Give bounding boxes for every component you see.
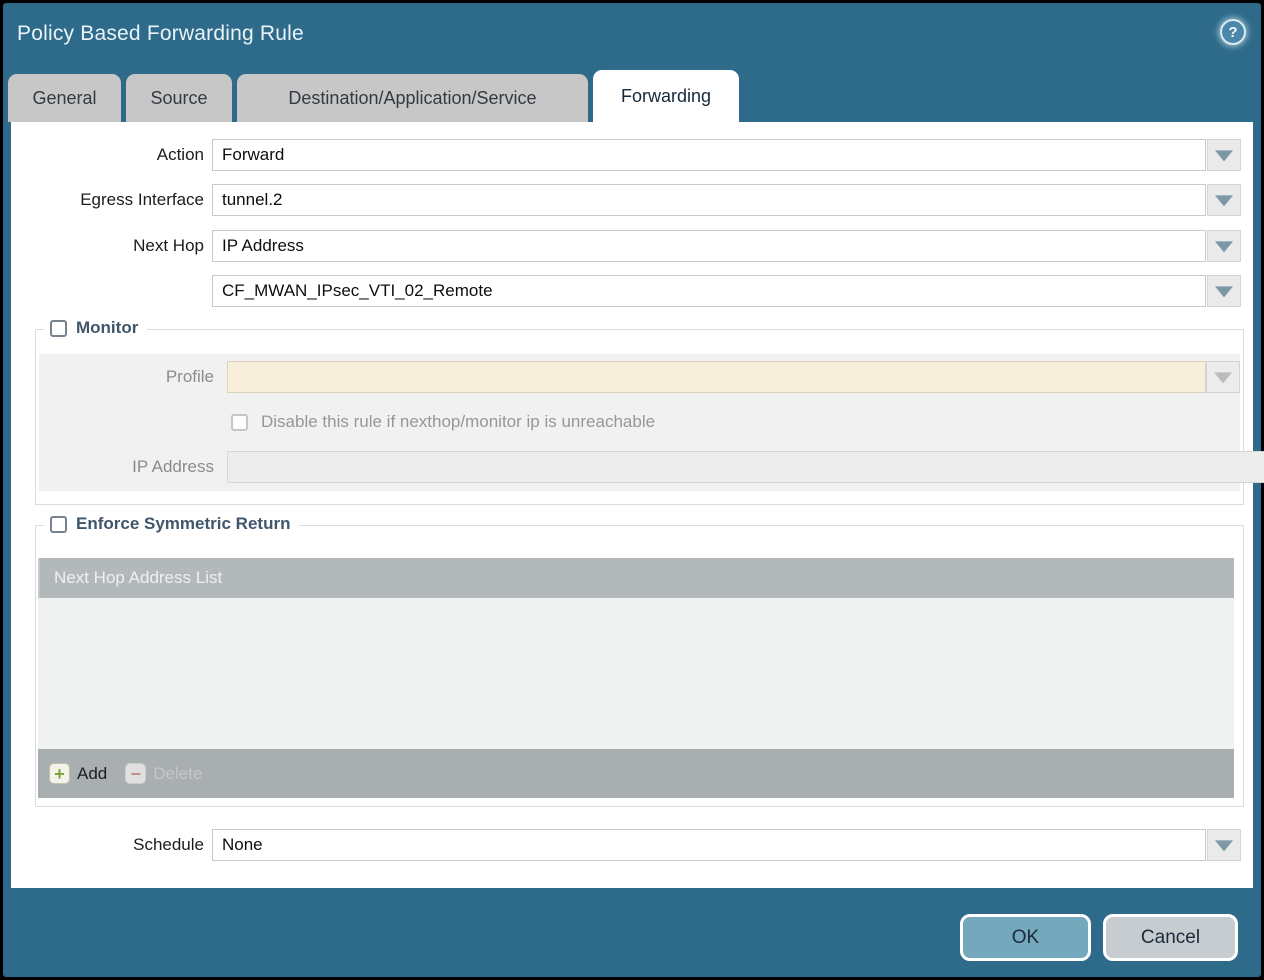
cancel-button[interactable]: Cancel [1103, 914, 1238, 961]
enforce-symmetric-return-label: Enforce Symmetric Return [76, 514, 290, 534]
minus-icon: − [125, 763, 146, 784]
add-button-label: Add [77, 764, 107, 784]
next-hop-address-select[interactable]: CF_MWAN_IPsec_VTI_02_Remote [212, 275, 1206, 307]
egress-interface-select[interactable]: tunnel.2 [212, 184, 1206, 216]
schedule-label: Schedule [11, 829, 204, 861]
tab-bar: General Source Destination/Application/S… [8, 70, 739, 122]
profile-label: Profile [39, 361, 214, 393]
monitor-fieldset: Monitor Profile Disable this rule if nex… [35, 329, 1244, 505]
next-hop-address-list-footer: + Add − Delete [38, 749, 1234, 798]
dialog-title: Policy Based Forwarding Rule [17, 22, 304, 46]
add-button[interactable]: + Add [49, 763, 107, 784]
pbf-rule-dialog: Policy Based Forwarding Rule ? General S… [3, 3, 1261, 977]
tab-forwarding[interactable]: Forwarding [593, 70, 739, 122]
action-label: Action [11, 139, 204, 171]
question-mark-glyph: ? [1228, 24, 1237, 41]
next-hop-type-dropdown-chevron-down-icon[interactable] [1207, 230, 1241, 262]
monitor-legend: Monitor [44, 318, 147, 338]
enforce-symmetric-return-legend: Enforce Symmetric Return [44, 514, 299, 534]
next-hop-address-list-body [38, 598, 1234, 749]
schedule-select[interactable]: None [212, 829, 1206, 861]
monitor-ip-address-input [227, 451, 1264, 483]
egress-interface-label: Egress Interface [11, 184, 204, 216]
delete-button: − Delete [125, 763, 202, 784]
monitor-ip-address-label: IP Address [39, 451, 214, 483]
next-hop-address-list-header: Next Hop Address List [38, 558, 1234, 598]
egress-interface-dropdown-chevron-down-icon[interactable] [1207, 184, 1241, 216]
plus-icon: + [49, 763, 70, 784]
disable-rule-checkbox [231, 414, 248, 431]
next-hop-address-dropdown-chevron-down-icon[interactable] [1207, 275, 1241, 307]
action-dropdown-chevron-down-icon[interactable] [1207, 139, 1241, 171]
monitor-panel: Profile Disable this rule if nexthop/mon… [39, 354, 1240, 491]
next-hop-label: Next Hop [11, 230, 204, 262]
delete-button-label: Delete [153, 764, 202, 784]
tab-source[interactable]: Source [126, 74, 232, 122]
tab-general[interactable]: General [8, 74, 121, 122]
disable-rule-label: Disable this rule if nexthop/monitor ip … [261, 412, 655, 432]
tab-destination-application-service[interactable]: Destination/Application/Service [237, 74, 588, 122]
disable-rule-row: Disable this rule if nexthop/monitor ip … [231, 412, 655, 432]
next-hop-type-select[interactable]: IP Address [212, 230, 1206, 262]
action-select[interactable]: Forward [212, 139, 1206, 171]
ok-button[interactable]: OK [960, 914, 1091, 961]
forwarding-tab-panel: Action Forward Egress Interface tunnel.2… [11, 122, 1253, 888]
schedule-dropdown-chevron-down-icon[interactable] [1207, 829, 1241, 861]
monitor-checkbox[interactable] [50, 320, 67, 337]
monitor-legend-label: Monitor [76, 318, 138, 338]
help-icon[interactable]: ? [1220, 19, 1246, 45]
profile-select [227, 361, 1206, 393]
enforce-symmetric-return-fieldset: Enforce Symmetric Return Next Hop Addres… [35, 525, 1244, 807]
next-hop-address-list-table: Next Hop Address List + Add − Delete [38, 558, 1234, 798]
enforce-symmetric-return-checkbox[interactable] [50, 516, 67, 533]
profile-dropdown-chevron-down-icon [1206, 361, 1240, 393]
